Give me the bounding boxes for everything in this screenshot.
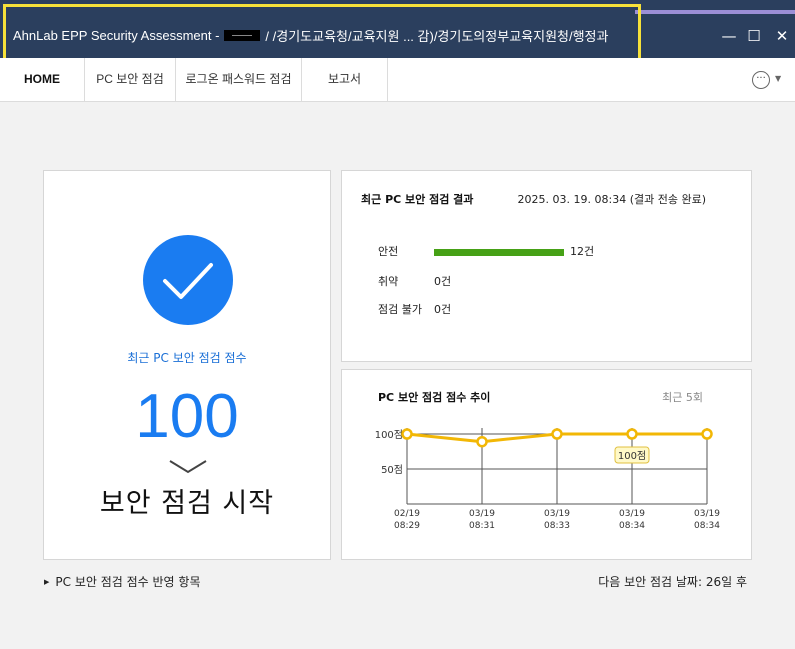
result-label-safe: 안전 [378,245,399,258]
trend-panel: PC 보안 점검 점수 추이 최근 5회 100점 50점 02/19 08:29 03… [341,369,752,560]
x-tick-label: 03/19 [694,509,720,519]
x-tick-label: 08:29 [394,521,420,531]
result-label-unavailable: 점검 불가 [378,303,422,316]
x-tick-label: 08:33 [544,521,570,531]
y-tick-label: 50점 [381,464,403,476]
result-count-unavailable: 0건 [434,303,452,316]
score-panel: 최근 PC 보안 점검 점수 100 보안 점검 시작 [43,170,331,560]
data-point [701,428,713,440]
results-date: 2025. 03. 19. 08:34 (결과 전송 완료) [517,193,706,206]
x-tick-label: 03/19 [544,509,570,519]
window-title-suffix: / /경기도교육청/교육지원 ... 감)/경기도의정부교육지원청/행정과 [265,29,609,44]
score-label: 최근 PC 보안 점검 점수 [127,351,247,365]
results-title: 최근 PC 보안 점검 결과 [361,193,474,206]
maximize-button[interactable]: ☐ [744,26,764,46]
score-value: 100 [135,382,239,451]
minimize-button[interactable]: — [719,26,739,46]
more-menu-caret-icon[interactable]: ▼ [775,74,781,83]
result-count-safe: 12건 [570,245,595,258]
x-tick-label: 08:34 [694,521,720,531]
x-tick-label: 03/19 [469,509,495,519]
x-tick-label: 08:31 [469,521,495,531]
tab-logon-password-check[interactable]: 로그온 패스워드 점검 [176,58,302,102]
score-items-link[interactable]: ▶ PC 보안 점검 점수 반영 항목 [44,573,200,590]
score-trend-chart: 100점 50점 02/19 08:29 03/19 08:31 03/19 08:33 03/… [375,428,720,531]
window-title: AhnLab EPP Security Assessment - / /경기도교… [13,26,608,45]
tab-pc-security-check[interactable]: PC 보안 점검 [84,58,176,102]
x-tick-label: 02/19 [394,509,420,519]
safe-count-bar [434,249,564,256]
redacted-user-name [224,30,261,41]
x-tick-label: 08:34 [619,521,645,531]
title-accent-strip [635,10,795,14]
tab-bar: HOME PC 보안 점검 로그온 패스워드 점검 보고서 [0,58,795,102]
tooltip-label: 100점 [618,450,646,462]
result-count-vulnerable: 0건 [434,275,452,288]
y-tick-label: 100점 [375,429,403,441]
results-panel: 최근 PC 보안 점검 결과 2025. 03. 19. 08:34 (결과 전… [341,170,752,362]
next-check-date: 다음 보안 점검 날짜: 26일 후 [598,575,747,589]
check-circle-icon [143,235,233,325]
tab-report[interactable]: 보고서 [302,58,388,102]
x-tick-label: 03/19 [619,509,645,519]
triangle-right-icon: ▶ [44,578,50,586]
more-menu-icon[interactable]: ··· [752,71,770,89]
window-title-prefix: AhnLab EPP Security Assessment - [13,28,220,43]
chevron-down-icon [169,460,207,474]
data-point [401,428,413,440]
data-point [476,435,488,448]
close-button[interactable]: ✕ [772,26,792,46]
data-point [626,428,638,440]
data-point [551,428,563,440]
start-security-check-button[interactable]: 보안 점검 시작 [44,481,330,520]
tab-home[interactable]: HOME [0,58,84,102]
result-label-vulnerable: 취약 [378,275,399,288]
score-items-label: PC 보안 점검 점수 반영 항목 [55,575,201,589]
